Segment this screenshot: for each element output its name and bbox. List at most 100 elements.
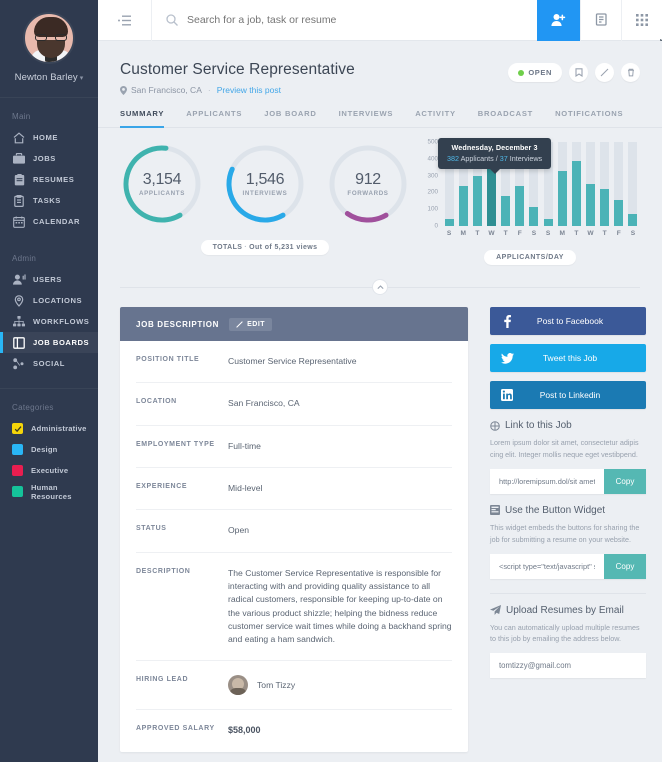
hiring-lead-value: Tom Tizzy xyxy=(228,675,295,695)
widget-script-input[interactable] xyxy=(490,554,604,579)
chart-y-tick: 0 xyxy=(434,223,438,230)
map-pin-icon xyxy=(120,86,127,95)
donut-caption: INTERVIEWS xyxy=(243,190,288,197)
job-link-input[interactable] xyxy=(490,469,604,494)
sidebar-item-home[interactable]: HOME xyxy=(0,127,98,148)
sidebar-item-job-boards[interactable]: JOB BOARDS xyxy=(0,332,98,353)
sidebar-category-label: Administrative xyxy=(31,424,87,433)
apps-grid-button[interactable] xyxy=(621,0,662,41)
link-to-job-section: Link to this Job Lorem ipsum dolor sit a… xyxy=(490,420,646,494)
sidebar-group-admin: AdminUSERSLOCATIONSWORKFLOWSJOB BOARDSSO… xyxy=(0,240,98,382)
search-bar[interactable] xyxy=(152,0,537,41)
tab-notifications[interactable]: NOTIFICATIONS xyxy=(555,109,623,127)
edit-button[interactable] xyxy=(595,63,614,82)
sidebar-category-design[interactable]: Design xyxy=(0,439,98,460)
chevron-up-icon[interactable] xyxy=(372,279,388,295)
donut-value: 912 xyxy=(355,171,381,189)
facebook-icon xyxy=(490,315,524,328)
status-badge[interactable]: OPEN xyxy=(508,63,562,82)
donut-group: 3,154APPLICANTS 1,546INTERVIEWS 912FORWARD… xyxy=(120,142,410,265)
sidebar: Newton Barley▾ MainHOMEJOBSRESUMESTASKSC… xyxy=(0,0,98,762)
menu-collapse-icon[interactable] xyxy=(98,0,152,41)
bookmark-button[interactable] xyxy=(569,63,588,82)
reports-button[interactable] xyxy=(580,0,621,41)
job-card-value: Full-time xyxy=(228,440,261,453)
chart-bar-column[interactable] xyxy=(626,142,640,226)
post-to-linkedin-button[interactable]: Post to Linkedin xyxy=(490,381,646,409)
chart-bar-track xyxy=(600,142,609,226)
clipboard-icon xyxy=(12,194,26,208)
widget-section-title: Use the Button Widget xyxy=(505,505,605,516)
preview-post-link[interactable]: Preview this post xyxy=(217,85,281,95)
sidebar-item-users[interactable]: USERS xyxy=(0,269,98,290)
tab-applicants[interactable]: APPLICANTS xyxy=(186,109,242,127)
sidebar-item-jobs[interactable]: JOBS xyxy=(0,148,98,169)
tweet-this-job-button[interactable]: Tweet this Job xyxy=(490,344,646,372)
chart-x-tick: T xyxy=(470,230,484,237)
chart-bar-fill xyxy=(586,184,595,227)
sidebar-section-categories-label: Categories xyxy=(0,389,98,418)
delete-button[interactable] xyxy=(621,63,640,82)
sidebar-profile[interactable]: Newton Barley▾ xyxy=(0,0,98,98)
upload-email-row[interactable] xyxy=(490,653,646,678)
job-card-edit-label: EDIT xyxy=(247,321,265,328)
chart-x-tick: T xyxy=(499,230,513,237)
sidebar-item-workflows[interactable]: WORKFLOWS xyxy=(0,311,98,332)
tab-activity[interactable]: ACTIVITY xyxy=(415,109,456,127)
chart-x-tick: S xyxy=(527,230,541,237)
donut-label-group: 3,154APPLICANTS xyxy=(120,142,204,226)
chart-bar-column[interactable] xyxy=(612,142,626,226)
chart-bar-column[interactable] xyxy=(555,142,569,226)
document-icon xyxy=(12,173,26,187)
tab-interviews[interactable]: INTERVIEWS xyxy=(339,109,394,127)
upload-email-input[interactable] xyxy=(499,661,637,670)
post-to-linkedin-label: Post to Linkedin xyxy=(524,390,646,400)
search-input[interactable] xyxy=(187,14,487,26)
job-card-row: EXPERIENCEMid-level xyxy=(136,468,452,510)
chart-bar-fill xyxy=(628,214,637,226)
chart-bar-column[interactable] xyxy=(569,142,583,226)
chart-bar-fill xyxy=(459,186,468,226)
chart-plot-area: 0100200300400500 SMTWTFSSMTWTFS Wednesda… xyxy=(420,142,640,240)
sidebar-item-social[interactable]: SOCIAL xyxy=(0,353,98,374)
job-card-header: JOB DESCRIPTION EDIT xyxy=(120,307,468,341)
chart-bar-column[interactable] xyxy=(598,142,612,226)
chart-y-tick: 200 xyxy=(427,189,438,196)
sidebar-category-human-resources[interactable]: Human Resources xyxy=(0,481,98,502)
chart-tooltip: Wednesday, December 3 382 Applicants / 3… xyxy=(438,138,551,169)
paper-plane-icon xyxy=(490,605,501,615)
totals-pill[interactable]: TOTALS·Out of 5,231 views xyxy=(201,240,330,255)
tab-summary[interactable]: SUMMARY xyxy=(120,109,164,127)
job-card-edit-button[interactable]: EDIT xyxy=(229,318,272,331)
chart-pill[interactable]: APPLICANTS/DAY xyxy=(484,250,576,265)
sidebar-category-administrative[interactable]: Administrative xyxy=(0,418,98,439)
sidebar-item-tasks[interactable]: TASKS xyxy=(0,190,98,211)
sidebar-item-resumes[interactable]: RESUMES xyxy=(0,169,98,190)
post-to-facebook-button[interactable]: Post to Facebook xyxy=(490,307,646,335)
job-card-row: POSITION TITLECustomer Service Represent… xyxy=(136,341,452,383)
sidebar-item-locations[interactable]: LOCATIONS xyxy=(0,290,98,311)
main-area: Customer Service Representative San Fran… xyxy=(98,0,662,762)
sidebar-category-executive[interactable]: Executive xyxy=(0,460,98,481)
chart-x-tick: S xyxy=(442,230,456,237)
category-color-swatch xyxy=(12,486,23,497)
collapse-divider xyxy=(120,279,640,295)
sidebar-item-calendar[interactable]: CALENDAR xyxy=(0,211,98,232)
add-user-button[interactable] xyxy=(537,0,580,41)
sidebar-item-label: CALENDAR xyxy=(33,217,80,226)
donut-value: 1,546 xyxy=(246,171,285,189)
job-card-row-hiring-lead: HIRING LEADTom Tizzy xyxy=(136,661,452,710)
donut-forwards: 912FORWARDS xyxy=(326,142,410,226)
copy-widget-button[interactable]: Copy xyxy=(604,554,646,579)
sidebar-username: Newton Barley▾ xyxy=(0,72,98,83)
chevron-down-icon[interactable]: ▾ xyxy=(80,75,84,82)
category-color-swatch xyxy=(12,444,23,455)
chart-bar-track xyxy=(586,142,595,226)
chart-bar-column[interactable] xyxy=(583,142,597,226)
home-icon xyxy=(12,131,26,145)
tab-job-board[interactable]: JOB BOARD xyxy=(264,109,316,127)
tab-broadcast[interactable]: BROADCAST xyxy=(478,109,533,127)
copy-link-button[interactable]: Copy xyxy=(604,469,646,494)
chart-x-tick: S xyxy=(541,230,555,237)
briefcase-icon xyxy=(12,152,26,166)
